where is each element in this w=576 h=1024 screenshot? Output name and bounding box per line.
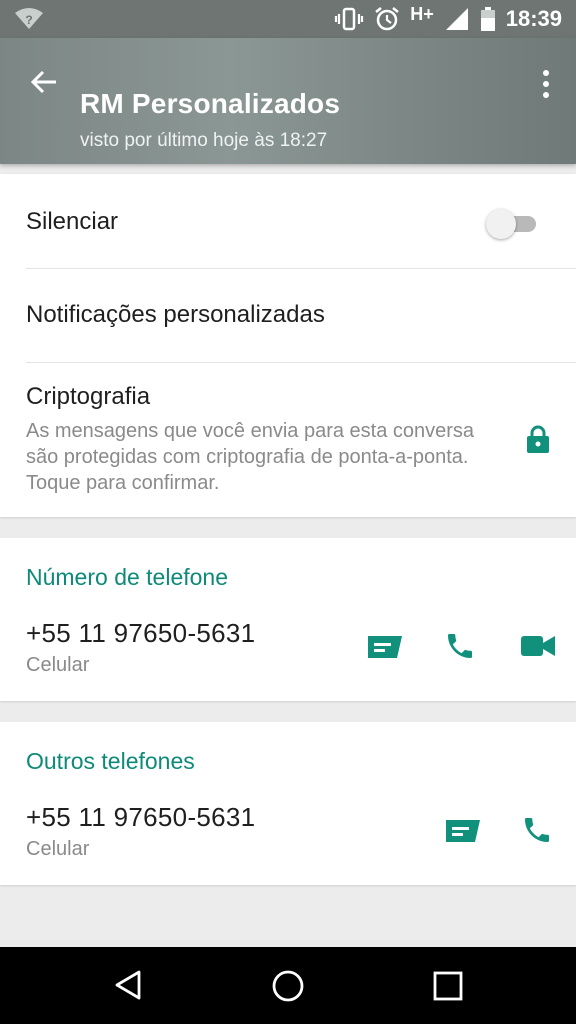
back-arrow-icon[interactable] (28, 66, 60, 98)
encryption-label: Criptografia (26, 383, 151, 410)
other-phones-card: Outros telefones +55 11 97650-5631 Celul… (0, 722, 576, 885)
custom-notifications-label: Notificações personalizadas (26, 301, 325, 328)
video-call-icon[interactable] (520, 634, 556, 658)
svg-text:?: ? (25, 13, 32, 27)
other-phone-number[interactable]: +55 11 97650-5631 (26, 802, 255, 833)
custom-notifications-row[interactable]: Notificações personalizadas (0, 269, 576, 362)
other-phone-type: Celular (26, 838, 90, 860)
vibrate-icon (335, 7, 364, 31)
battery-icon (480, 7, 495, 31)
phone-number[interactable]: +55 11 97650-5631 (26, 618, 255, 649)
signal-icon (445, 8, 468, 30)
phone-type: Celular (26, 654, 90, 676)
navigation-bar (0, 947, 576, 1024)
mute-row[interactable]: Silenciar (0, 174, 576, 268)
message-icon[interactable] (444, 818, 482, 844)
wifi-unknown-icon: ? (15, 8, 43, 29)
phone-icon[interactable] (444, 630, 476, 662)
nav-home-icon[interactable] (271, 969, 305, 1003)
lock-icon (527, 425, 549, 453)
clock: 18:39 (505, 6, 562, 31)
status-bar: ? H+ 18:39 (0, 0, 576, 38)
last-seen: visto por último hoje às 18:27 (80, 130, 328, 151)
contact-header: RM Personalizados visto por último hoje … (0, 38, 576, 164)
message-icon[interactable] (366, 634, 404, 660)
more-options-icon[interactable] (540, 68, 552, 100)
mute-label: Silenciar (26, 208, 119, 235)
alarm-icon (375, 7, 399, 31)
mute-toggle[interactable] (486, 206, 538, 239)
phone-number-card: Número de telefone +55 11 97650-5631 Cel… (0, 538, 576, 701)
phone-icon[interactable] (521, 814, 553, 846)
toggle-thumb (486, 209, 516, 239)
network-type: H+ (410, 3, 434, 24)
other-phones-section-title: Outros telefones (26, 748, 195, 774)
encryption-description: As mensagens que você envia para esta co… (26, 420, 475, 494)
phone-section-title: Número de telefone (26, 564, 229, 590)
contact-name: RM Personalizados (80, 88, 341, 119)
nav-back-icon[interactable] (112, 969, 144, 1001)
settings-card: Silenciar Notificações personalizadas Cr… (0, 174, 576, 517)
nav-recents-icon[interactable] (433, 971, 463, 1001)
